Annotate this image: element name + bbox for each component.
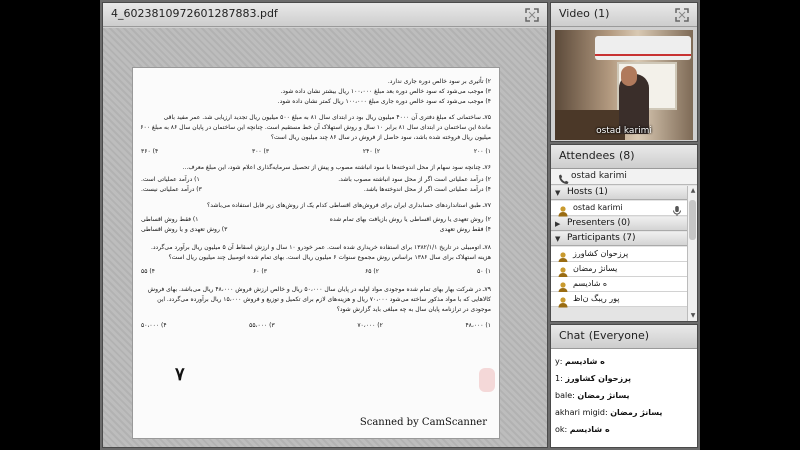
document-title: 4_6023810972601287883.pdf bbox=[111, 7, 278, 20]
document-pod: 4_6023810972601287883.pdf ۲) تأثیری بر س… bbox=[102, 2, 548, 448]
doc-line: ۷۵ـ ساختمانی که مبلغ دفتری آن ۴۰۰۰ میلیو… bbox=[163, 114, 491, 121]
attendees-scrollbar[interactable]: ▲ ▼ bbox=[687, 186, 697, 321]
doc-line: هزینه استهلاک برای سال ۱۳۸۶ براساس روش م… bbox=[168, 254, 491, 261]
doc-line: ۷۶ـ چنانچه سود سهام از محل اندوخته‌ها با… bbox=[182, 164, 491, 171]
collapse-triangle-icon[interactable]: ▼ bbox=[555, 189, 563, 197]
expand-triangle-icon[interactable]: ▶ bbox=[555, 220, 563, 228]
chat-message: یسانژ رمضان :bale bbox=[555, 391, 630, 400]
toolbar-username: ostad karimi bbox=[571, 171, 627, 181]
doc-line: میلیون ریال فروخته شده باشد، سود حاصل از… bbox=[270, 134, 491, 141]
host-user-icon bbox=[557, 202, 569, 217]
participant-user-icon bbox=[557, 278, 569, 293]
participant-user-icon bbox=[557, 263, 569, 278]
document-pod-header: 4_6023810972601287883.pdf bbox=[103, 3, 547, 27]
webcam-feed[interactable]: ostad karimi bbox=[555, 30, 693, 140]
maximize-icon[interactable] bbox=[675, 8, 689, 22]
chat-pod: Chat (Everyone) ه شادیسم :y پرزحوان کشاور… bbox=[550, 324, 698, 448]
chat-pod-header: Chat (Everyone) bbox=[551, 325, 697, 349]
handwritten-mark: ۷ bbox=[175, 364, 185, 385]
attendees-pod-header: Attendees (8) bbox=[551, 145, 697, 169]
hosts-group[interactable]: ▼ Hosts (1) bbox=[551, 186, 687, 200]
question-options: ۱) ۲۰۰ ۲) ۲۴۰ ۳) ۳۰۰ ۴) ۳۶۰ bbox=[141, 148, 491, 155]
doc-line: ۷۸ـ اتومبیلی در تاریخ ۱۳۸۲/۱/۱ برای استف… bbox=[150, 244, 491, 251]
document-page: ۲) تأثیری بر سود خالص دوره جاری ندارد. ۳… bbox=[133, 68, 499, 438]
attendee-row[interactable]: یسانژ رمضان bbox=[551, 262, 687, 278]
chat-message: ه شادیسم :y bbox=[555, 357, 605, 366]
scanner-watermark: Scanned by CamScanner bbox=[359, 417, 487, 428]
question-options: ۲) روش تعهدی یا روش اقساطی یا روش بازیاف… bbox=[141, 216, 491, 223]
attendee-row[interactable]: ostad karimi bbox=[551, 201, 687, 217]
video-speaker-name: ostad karimi bbox=[596, 126, 652, 136]
scroll-up-icon[interactable]: ▲ bbox=[689, 187, 697, 195]
chat-title: Chat (Everyone) bbox=[559, 329, 650, 342]
video-pod-header: Video (1) bbox=[551, 3, 697, 27]
meeting-room: 4_6023810972601287883.pdf ۲) تأثیری بر س… bbox=[100, 0, 700, 450]
doc-line: کالاهایی که با مواد مذکور ساخته می‌شود ۷… bbox=[157, 296, 491, 303]
question-options: ۱) ۵۰ ۲) ۶۵ ۳) ۶۰ ۴) ۵۵ bbox=[141, 268, 491, 275]
chat-message: پرزحوان کشاورز :1 bbox=[555, 374, 632, 383]
scroll-down-icon[interactable]: ▼ bbox=[689, 312, 697, 320]
question-options: ۴) درآمد عملیاتی است اگر از محل اندوخته‌… bbox=[141, 186, 491, 193]
attendees-toolbar: ostad karimi bbox=[551, 169, 697, 185]
chat-message: ه شادیسم :ok bbox=[555, 425, 610, 434]
attendees-pod: Attendees (8) ostad karimi ▼ Hosts (1) os… bbox=[550, 144, 698, 322]
participants-group[interactable]: ▼ Participants (7) bbox=[551, 232, 687, 246]
presenters-group[interactable]: ▶ Presenters (0) bbox=[551, 217, 687, 231]
page-stain bbox=[479, 368, 495, 392]
doc-line: موجودی در ترازنامه پایان سال به چه مبلغی… bbox=[336, 306, 491, 313]
attendees-title: Attendees (8) bbox=[559, 149, 635, 162]
attendee-row[interactable]: پرزحوان کشاورز bbox=[551, 247, 687, 263]
video-pod: Video (1) ostad karimi bbox=[550, 2, 698, 142]
participant-user-icon bbox=[557, 293, 569, 308]
question-options: ۴) فقط روش تعهدی ۳) روش تعهدی و یا روش اق… bbox=[141, 226, 491, 233]
scroll-thumb[interactable] bbox=[689, 200, 696, 240]
maximize-icon[interactable] bbox=[525, 8, 539, 22]
doc-line: ۳) موجب می‌شود که سود خالص دوره بعد مبلغ… bbox=[280, 88, 491, 95]
doc-line: ۷۹ـ در شرکت بهار بهای تمام شده موجودی مو… bbox=[147, 286, 491, 293]
document-viewport[interactable]: ۲) تأثیری بر سود خالص دوره جاری ندارد. ۳… bbox=[103, 28, 547, 447]
participant-user-icon bbox=[557, 248, 569, 263]
attendee-row[interactable]: پور ریبگ ن‌اظ bbox=[551, 292, 687, 308]
doc-line: ۴) موجب می‌شود که سود خالص دوره جاری مبل… bbox=[277, 98, 491, 105]
chat-message: یسانژ رمضان :akhari migid bbox=[555, 408, 663, 417]
doc-line: ۷۷ـ طبق استانداردهای حسابداری ایران برای… bbox=[207, 202, 491, 209]
attendee-row[interactable]: ه شادیسم bbox=[551, 277, 687, 293]
doc-line: ماندهٔ این ساختمان در ابتدای سال ۸۱ براب… bbox=[140, 124, 491, 131]
collapse-triangle-icon[interactable]: ▼ bbox=[555, 235, 563, 243]
microphone-icon bbox=[671, 202, 683, 216]
video-title: Video (1) bbox=[559, 7, 610, 20]
doc-line: ۲) تأثیری بر سود خالص دوره جاری ندارد. bbox=[387, 78, 491, 85]
question-options: ۲) درآمد عملیاتی است اگر از محل سود انبا… bbox=[141, 176, 491, 183]
phone-icon[interactable] bbox=[557, 171, 569, 184]
question-options: ۱) ۴۸،۰۰۰ ۲) ۷۰،۰۰۰ ۳) ۵۵،۰۰۰ ۴) ۵۰،۰۰۰ bbox=[141, 322, 491, 329]
